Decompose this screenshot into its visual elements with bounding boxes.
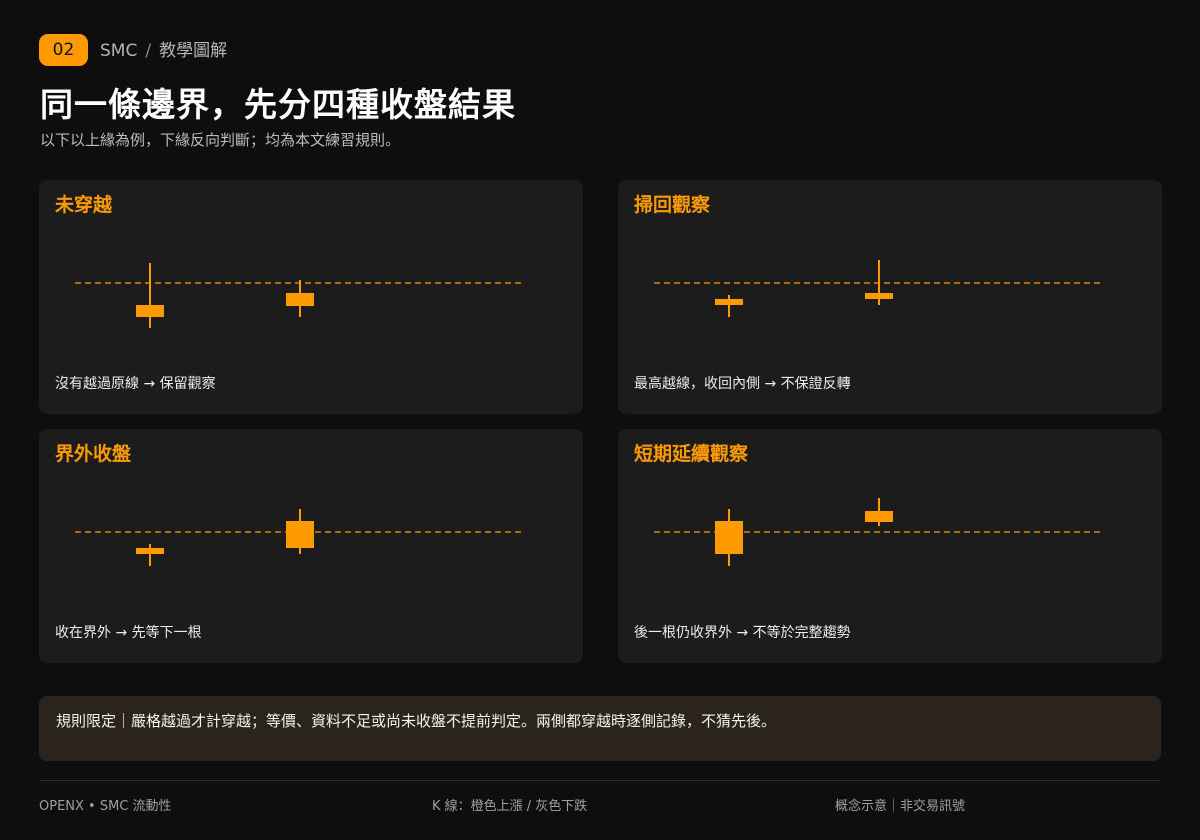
page-title: 同一條邊界，先分四種收盤結果 — [40, 85, 516, 124]
breadcrumb-item: SMC — [100, 41, 138, 61]
card-caption: 沒有越過原線 → 保留觀察 — [55, 376, 216, 392]
candle-body — [865, 511, 893, 522]
candle-body — [715, 521, 743, 554]
breadcrumb-separator: / — [145, 41, 152, 61]
candle-body — [715, 299, 743, 305]
scenario-card-no-cross: 未穿越 沒有越過原線 → 保留觀察 — [39, 180, 583, 414]
scenario-card-continuation: 短期延續觀察 後一根仍收界外 → 不等於完整趨勢 — [618, 429, 1162, 663]
breadcrumb-item: 教學圖解 — [159, 41, 228, 61]
candle-body — [865, 293, 893, 299]
footer-legend: K 線：橙色上漲 / 灰色下跌 — [432, 799, 588, 814]
candle-body — [136, 548, 164, 554]
footer-disclaimer: 概念示意｜非交易訊號 — [835, 799, 966, 814]
breadcrumb: SMC / 教學圖解 — [100, 40, 227, 62]
footer-brand: OPENX • SMC 流動性 — [39, 799, 172, 814]
rule-note-text: 規則限定｜嚴格越過才計穿越；等價、資料不足或尚未收盤不提前判定。兩側都穿越時逐側… — [56, 712, 777, 730]
scenario-card-close-outside: 界外收盤 收在界外 → 先等下一根 — [39, 429, 583, 663]
scenario-card-sweep: 掃回觀察 最高越線，收回內側 → 不保證反轉 — [618, 180, 1162, 414]
card-caption: 後一根仍收界外 → 不等於完整趨勢 — [634, 625, 851, 641]
candle-body — [286, 521, 314, 548]
footer-divider — [39, 780, 1161, 781]
card-caption: 收在界外 → 先等下一根 — [55, 625, 202, 641]
candle-body — [136, 305, 164, 317]
card-caption: 最高越線，收回內側 → 不保證反轉 — [634, 376, 851, 392]
page-subtitle: 以下以上緣為例，下緣反向判斷；均為本文練習規則。 — [40, 131, 401, 149]
section-number-badge: 02 — [39, 34, 88, 66]
candle-body — [286, 293, 314, 306]
rule-note-box: 規則限定｜嚴格越過才計穿越；等價、資料不足或尚未收盤不提前判定。兩側都穿越時逐側… — [39, 696, 1161, 761]
